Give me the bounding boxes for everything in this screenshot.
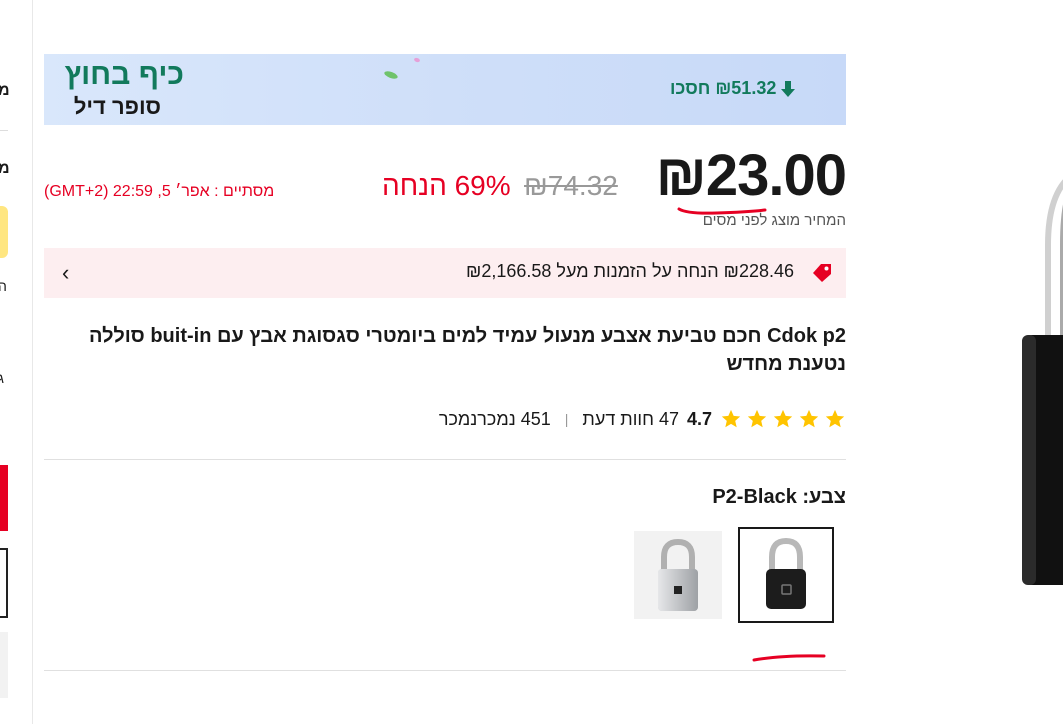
- red-annotation-mark: [677, 207, 767, 215]
- black-padlock-image: [766, 537, 806, 609]
- divider: [44, 670, 846, 671]
- super-deal-banner[interactable]: כיף בחוץ סופר דיל ₪51.32 חסכו: [44, 54, 846, 125]
- star-rating: [720, 408, 846, 430]
- color-option-p2-silver[interactable]: [634, 531, 722, 619]
- star-icon: [721, 409, 741, 428]
- sold-count: 451 נמכרנמכר: [438, 408, 551, 429]
- current-price: ₪23.00: [655, 143, 847, 208]
- review-count[interactable]: 47 חוות דעת: [582, 409, 679, 430]
- sidebar-char: מ: [0, 160, 10, 177]
- add-to-cart-button-edge[interactable]: [0, 548, 8, 618]
- leaf-decoration-icon: [383, 69, 399, 81]
- chevron-left-icon[interactable]: ‹: [62, 260, 69, 286]
- product-main-image[interactable]: [1010, 150, 1063, 600]
- original-price: ₪74.32: [524, 170, 618, 201]
- silver-padlock-image: [658, 538, 698, 611]
- sidebar-yellow-button[interactable]: [0, 206, 8, 258]
- tag-icon: [813, 264, 831, 282]
- divider: [44, 459, 846, 460]
- sidebar-char: ג: [0, 370, 4, 386]
- coupon-bar[interactable]: ₪228.46 הנחה על הזמנות מעל ₪2,166.58 ‹: [44, 248, 846, 298]
- star-icon: [773, 409, 793, 428]
- red-annotation-underline: [752, 654, 826, 662]
- star-icon: [799, 409, 819, 428]
- sidebar-char: מ: [0, 82, 10, 99]
- deal-end-time: מסתיים : אפר׳ 5, 22:59 (GMT+2): [44, 183, 275, 200]
- rating-row[interactable]: 4.7 47 חוות דעת | 451 נמכרנמכר: [439, 405, 846, 433]
- coupon-text: ₪228.46 הנחה על הזמנות מעל ₪2,166.58: [466, 261, 794, 281]
- discount-percent: 69% הנחה: [382, 170, 511, 201]
- savings-text: ₪51.32 חסכו: [670, 78, 777, 98]
- petal-decoration-icon: [413, 57, 421, 63]
- color-label: צבע: P2-Black: [712, 486, 846, 508]
- sidebar-char: ה: [0, 278, 7, 294]
- buy-now-button-edge[interactable]: [0, 465, 8, 531]
- wishlist-button-edge[interactable]: [0, 632, 8, 698]
- separator: |: [564, 411, 569, 427]
- star-icon: [747, 409, 767, 428]
- rating-value: 4.7: [686, 408, 712, 429]
- banner-savings: ₪51.32 חסכו: [670, 78, 796, 99]
- star-icon: [825, 409, 845, 428]
- color-option-p2-black[interactable]: [738, 527, 834, 623]
- banner-subtitle: סופר דיל: [73, 94, 161, 119]
- product-title: Cdok p2 חכם טביעת אצבע מנעול עמיד למים ב…: [88, 325, 846, 375]
- down-arrow-icon: [781, 80, 796, 97]
- left-sidebar-edge: מ מ ה ג: [0, 0, 33, 724]
- banner-title: כיף בחוץ: [64, 58, 184, 91]
- sidebar-divider: [0, 130, 8, 131]
